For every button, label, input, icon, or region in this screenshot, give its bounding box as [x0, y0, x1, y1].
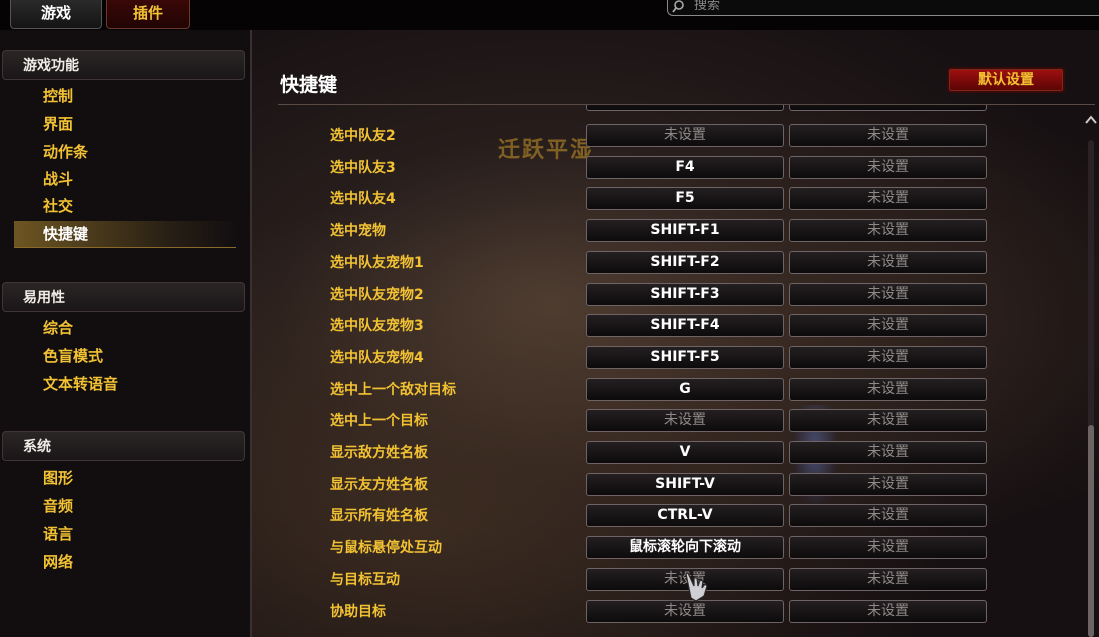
keybinding-row: 显示所有姓名板 CTRL-V 未设置 [252, 501, 1082, 533]
keybind-primary-button[interactable]: SHIFT-F4 [586, 314, 784, 338]
category-accessibility[interactable]: 易用性 [2, 282, 245, 312]
hand-cursor-icon [680, 570, 714, 604]
keybind-primary-button[interactable]: 鼠标滚轮向下滚动 [586, 536, 784, 560]
keybind-secondary-button[interactable]: 未设置 [789, 441, 987, 464]
keybinding-row: 显示敌方姓名板 V 未设置 [252, 438, 1082, 470]
keybinding-row: 选中队友4 F5 未设置 [252, 184, 1082, 216]
keybinding-row: 选中队友宠物4 SHIFT-F5 未设置 [252, 343, 1082, 375]
category-gameplay[interactable]: 游戏功能 [2, 50, 245, 80]
keybind-primary-button[interactable]: SHIFT-F3 [586, 282, 784, 306]
keybind-secondary-button[interactable]: 未设置 [789, 567, 987, 591]
keybind-secondary-button[interactable]: 未设置 [789, 345, 987, 369]
keybinding-row [252, 105, 1082, 117]
keybind-primary-button[interactable]: SHIFT-F2 [586, 250, 784, 274]
keybind-primary-button[interactable]: SHIFT-F1 [586, 219, 784, 243]
keybinding-action-label: 选中队友宠物1 [330, 254, 424, 271]
sidebar-item-social[interactable]: 社交 [43, 193, 73, 219]
keybinding-action-label: 与鼠标悬停处互动 [330, 540, 442, 557]
keybinding-action-label: 选中宠物 [330, 223, 386, 240]
tab-game[interactable]: 游戏 [10, 0, 102, 29]
scroll-up-arrow[interactable] [1084, 112, 1098, 126]
keybind-primary-button[interactable]: V [586, 441, 784, 464]
keybinding-action-label: 选中队友3 [330, 159, 396, 176]
restore-defaults-button[interactable]: 默认设置 [947, 67, 1065, 93]
tab-plugin[interactable]: 插件 [106, 0, 190, 29]
keybindings-panel: 快捷键 默认设置 迁跃平湿 选中队友2 未设置 未设置 选中队友3 F4 未设置 选中队友4… [252, 30, 1099, 637]
keybind-secondary-button[interactable]: 未设置 [789, 472, 987, 496]
keybind-primary-button[interactable]: F5 [586, 187, 784, 211]
keybinding-row: 选中队友宠物2 SHIFT-F3 未设置 [252, 280, 1082, 312]
sidebar-item-interface[interactable]: 界面 [43, 111, 73, 137]
keybind-secondary-button[interactable] [789, 105, 987, 111]
sidebar-item-graphics[interactable]: 图形 [43, 465, 73, 491]
keybinding-action-label: 协助目标 [330, 603, 386, 620]
sidebar-item-language[interactable]: 语言 [43, 521, 73, 547]
keybinding-row: 选中队友2 未设置 未设置 [252, 121, 1082, 153]
keybinding-action-label: 选中队友4 [330, 191, 396, 208]
keybind-primary-button[interactable]: 未设置 [586, 124, 784, 147]
page-title: 快捷键 [280, 74, 338, 96]
keybind-secondary-button[interactable]: 未设置 [789, 599, 987, 623]
keybind-secondary-button[interactable]: 未设置 [789, 314, 987, 338]
keybind-secondary-button[interactable]: 未设置 [789, 377, 987, 401]
keybinding-row: 选中上一个目标 未设置 未设置 [252, 406, 1082, 438]
scrollbar-thumb[interactable] [1088, 425, 1094, 637]
sidebar-item-audio[interactable]: 音频 [43, 493, 73, 519]
search-input[interactable]: 搜索 [667, 0, 1099, 16]
keybind-secondary-button[interactable]: 未设置 [789, 409, 987, 433]
keybinding-list: 选中队友2 未设置 未设置 选中队友3 F4 未设置 选中队友4 F5 未设置 选中宠物 SHIFT… [252, 105, 1082, 637]
sidebar-item-action-bars[interactable]: 动作条 [43, 139, 88, 165]
category-system[interactable]: 系统 [2, 431, 245, 461]
keybinding-action-label: 选中上一个敌对目标 [330, 381, 456, 398]
keybinding-action-label: 选中队友宠物2 [330, 286, 424, 303]
keybinding-action-label: 显示敌方姓名板 [330, 445, 428, 461]
keybinding-action-label: 选中队友2 [330, 128, 396, 144]
keybinding-action-label: 选中队友宠物3 [330, 318, 424, 335]
sidebar-item-text-to-speech[interactable]: 文本转语音 [43, 371, 118, 397]
keybind-secondary-button[interactable]: 未设置 [789, 536, 987, 560]
keybind-primary-button[interactable]: SHIFT-F5 [586, 345, 784, 369]
keybind-secondary-button[interactable]: 未设置 [789, 219, 987, 243]
keybind-secondary-button[interactable]: 未设置 [789, 155, 987, 179]
keybind-primary-button[interactable]: CTRL-V [586, 504, 784, 528]
keybinding-action-label: 选中队友宠物4 [330, 349, 424, 366]
keybinding-row: 选中上一个敌对目标 G 未设置 [252, 375, 1082, 407]
sidebar-item-colorblind[interactable]: 色盲模式 [43, 343, 103, 369]
keybind-primary-button[interactable]: SHIFT-V [586, 472, 784, 496]
search-icon [672, 0, 685, 13]
keybind-primary-button[interactable]: F4 [586, 155, 784, 179]
keybind-secondary-button[interactable]: 未设置 [789, 504, 987, 528]
keybinding-row: 选中宠物 SHIFT-F1 未设置 [252, 216, 1082, 248]
keybind-primary-button[interactable]: G [586, 377, 784, 401]
keybinding-row: 协助目标 未设置 未设置 [252, 597, 1082, 629]
sidebar-item-keybindings[interactable]: 快捷键 [43, 221, 88, 247]
sidebar-item-network[interactable]: 网络 [43, 549, 73, 575]
keybinding-row: 选中队友3 F4 未设置 [252, 153, 1082, 185]
keybinding-row: 与鼠标悬停处互动 鼠标滚轮向下滚动 未设置 [252, 533, 1082, 565]
keybinding-action-label: 显示友方姓名板 [330, 476, 428, 493]
keybind-primary-button[interactable]: 未设置 [586, 409, 784, 433]
keybind-secondary-button[interactable]: 未设置 [789, 250, 987, 274]
sidebar-item-controls[interactable]: 控制 [43, 83, 73, 109]
keybinding-action-label: 选中上一个目标 [330, 413, 428, 430]
keybinding-row: 显示友方姓名板 SHIFT-V 未设置 [252, 470, 1082, 502]
sidebar-item-combat[interactable]: 战斗 [43, 166, 73, 192]
keybinding-action-label: 与目标互动 [330, 571, 400, 588]
keybind-secondary-button[interactable]: 未设置 [789, 124, 987, 147]
keybinding-row: 选中队友宠物1 SHIFT-F2 未设置 [252, 248, 1082, 280]
keybinding-row: 与目标互动 未设置 未设置 [252, 565, 1082, 597]
keybinding-action-label: 显示所有姓名板 [330, 508, 428, 525]
keybinding-row: 选中队友宠物3 SHIFT-F4 未设置 [252, 311, 1082, 343]
keybind-primary-button[interactable] [586, 105, 784, 111]
sidebar-item-general[interactable]: 综合 [43, 315, 73, 341]
search-placeholder: 搜索 [694, 0, 721, 13]
settings-sidebar: 游戏功能 控制 界面 动作条 战斗 社交 快捷键 易用性 综合 色盲模式 文本转… [0, 30, 252, 637]
keybind-secondary-button[interactable]: 未设置 [789, 282, 987, 306]
keybind-secondary-button[interactable]: 未设置 [789, 187, 987, 211]
